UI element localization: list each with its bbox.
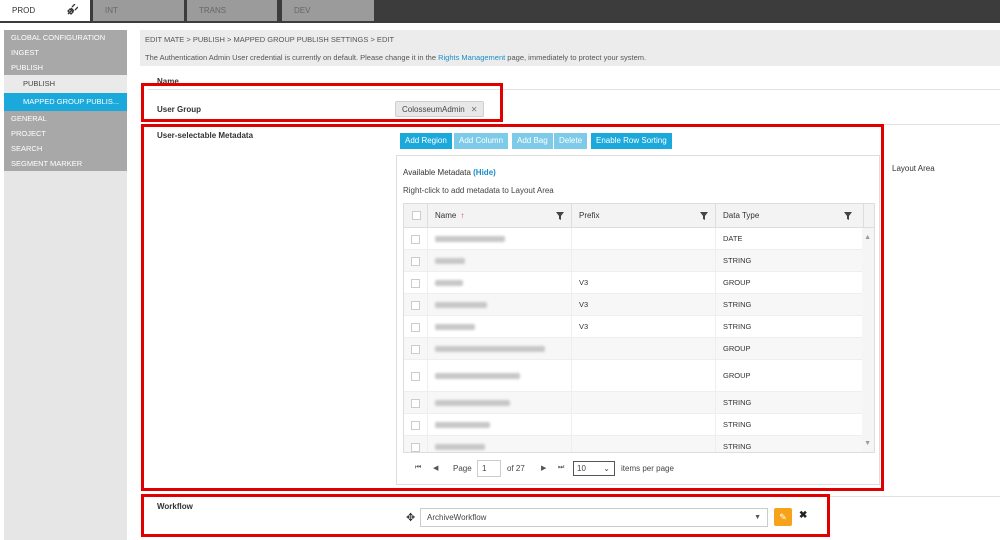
env-tab-dev[interactable]: DEV [282, 0, 374, 21]
sidebar-item-ingest[interactable]: INGEST [4, 45, 127, 60]
sidebar: GLOBAL CONFIGURATION INGEST PUBLISH PUBL… [4, 30, 127, 540]
env-tab-trans[interactable]: TRANS [187, 0, 277, 21]
main-content: EDIT MATE > PUBLISH > MAPPED GROUP PUBLI… [140, 30, 1000, 540]
sidebar-item-segment-marker[interactable]: SEGMENT MARKER [4, 156, 127, 171]
env-tab-label: PROD [12, 6, 36, 15]
breadcrumb: EDIT MATE > PUBLISH > MAPPED GROUP PUBLI… [145, 35, 395, 44]
warning-text: The Authentication Admin User credential… [145, 53, 439, 62]
highlight-box-metadata [141, 124, 884, 491]
sidebar-item-publish[interactable]: PUBLISH [4, 60, 127, 75]
warning-text-end: page, immediately to protect your system… [505, 53, 647, 62]
info-header: EDIT MATE > PUBLISH > MAPPED GROUP PUBLI… [140, 30, 1000, 66]
env-tab-int[interactable]: INT [93, 0, 184, 21]
sidebar-item-search[interactable]: SEARCH [4, 141, 127, 156]
env-tab-label: INT [105, 6, 118, 15]
rights-management-link[interactable]: Rights Management [438, 53, 505, 62]
sidebar-item-project[interactable]: PROJECT [4, 126, 127, 141]
env-tab-prod[interactable]: PROD [0, 0, 90, 21]
environment-bar: PROD INT TRANS DEV [0, 0, 1000, 23]
highlight-box-user-group [141, 83, 503, 122]
layout-area-label: Layout Area [892, 164, 935, 173]
sidebar-subitem-mapped-group-publish[interactable]: MAPPED GROUP PUBLIS... [4, 93, 127, 111]
env-tab-label: DEV [294, 6, 311, 15]
highlight-box-workflow [141, 494, 830, 537]
sidebar-item-global-configuration[interactable]: GLOBAL CONFIGURATION [4, 30, 127, 45]
sidebar-item-general[interactable]: GENERAL [4, 111, 127, 126]
plug-icon [67, 4, 78, 15]
default-credential-warning: The Authentication Admin User credential… [145, 53, 646, 62]
env-tab-label: TRANS [199, 6, 227, 15]
sidebar-subitem-publish[interactable]: PUBLISH [4, 75, 127, 93]
